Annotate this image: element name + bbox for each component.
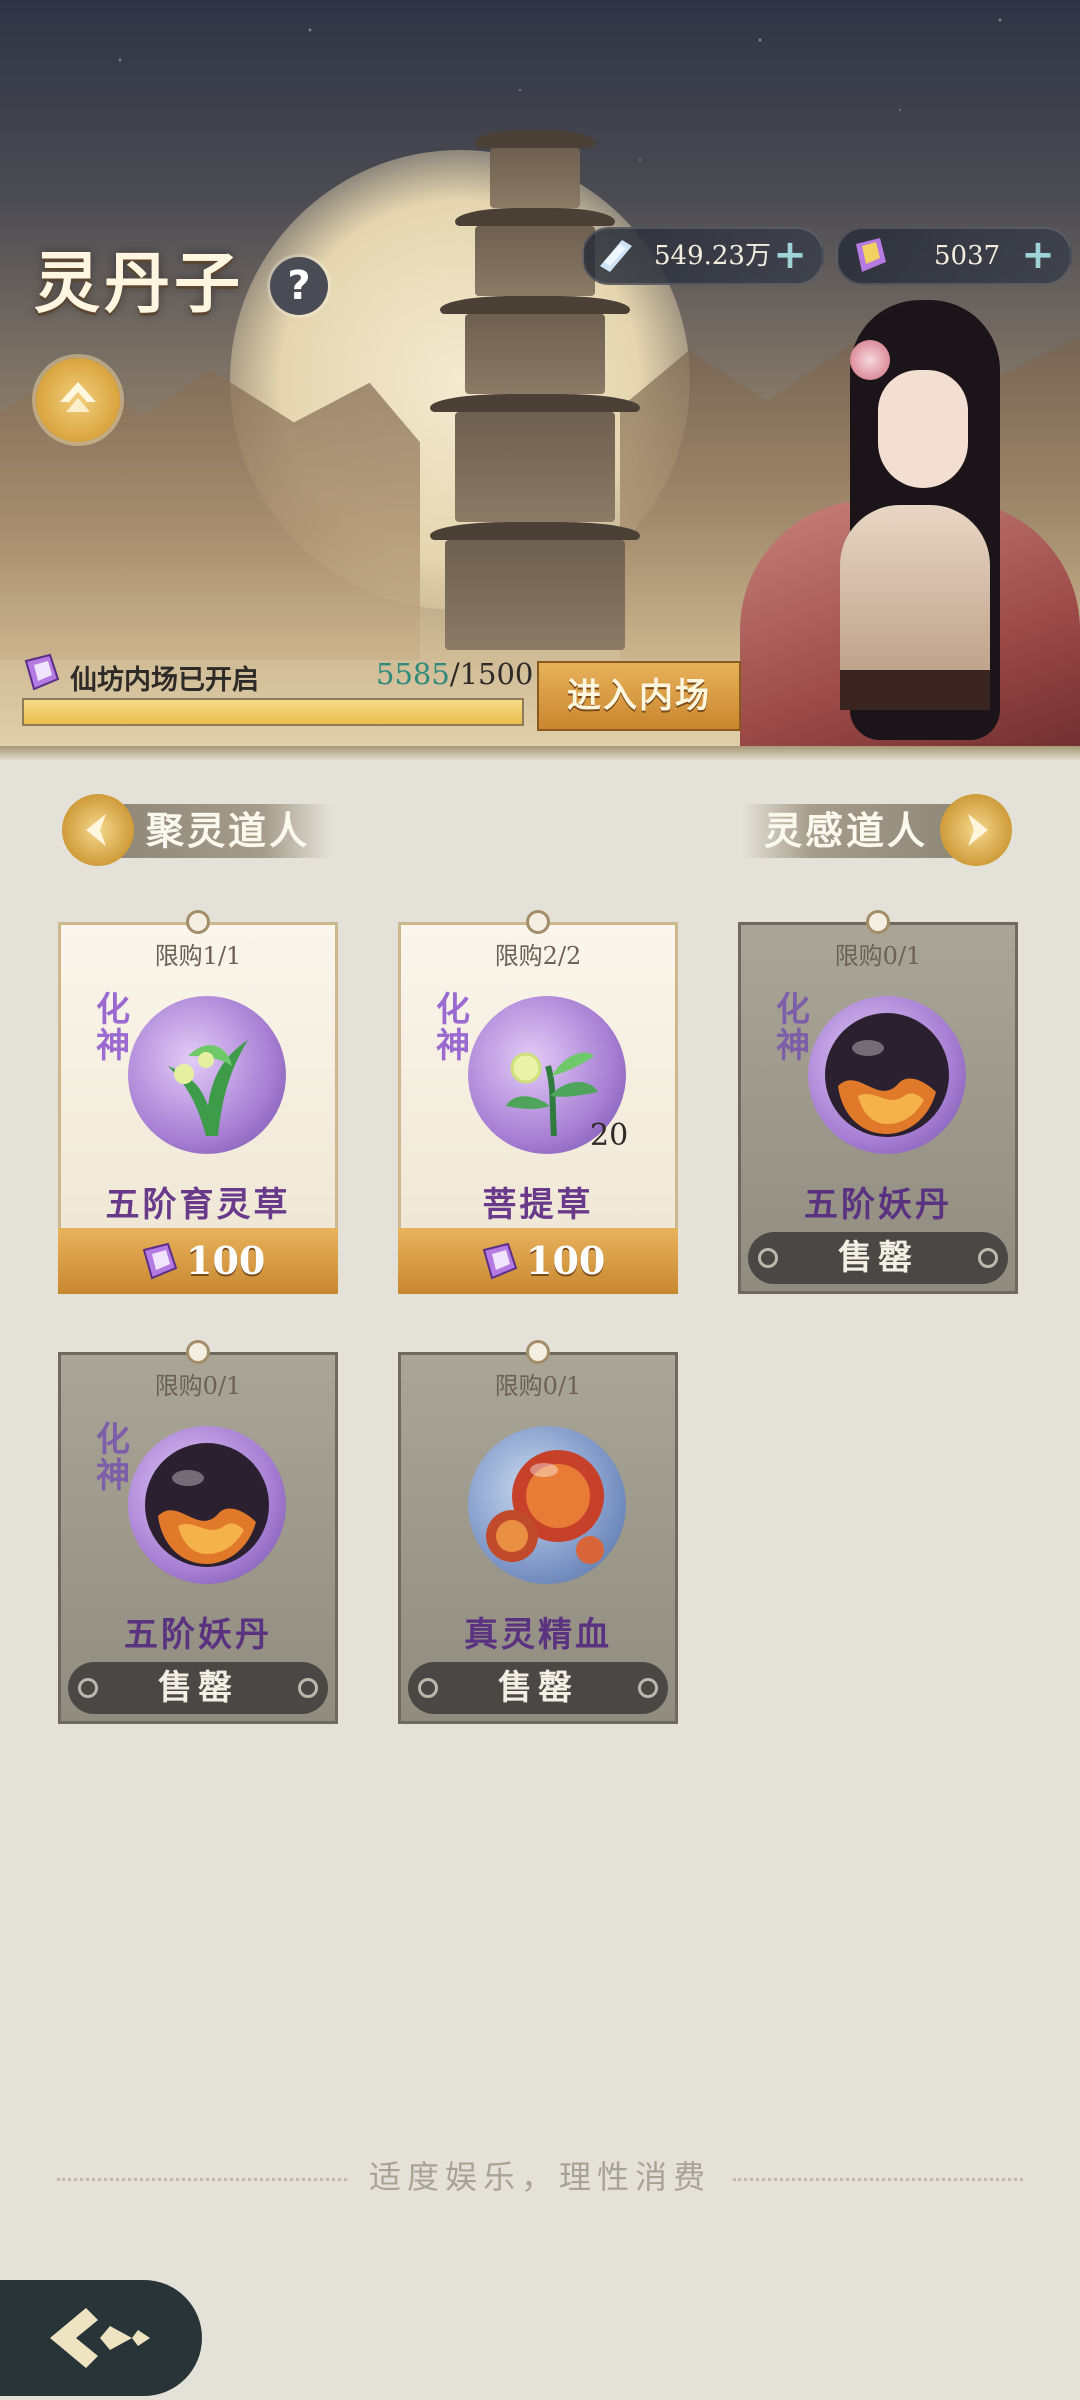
prev-merchant-button[interactable]: 聚灵道人 (62, 792, 342, 872)
demon-core-icon (128, 1426, 286, 1584)
prev-merchant-label: 聚灵道人 (102, 804, 332, 858)
currency-talisman-value: 5037 (934, 241, 1001, 271)
item-name: 真灵精血 (464, 1615, 612, 1655)
buy-button[interactable]: 100 (58, 1228, 338, 1294)
divider-right (733, 2178, 1023, 2181)
inner-market-status: 仙坊内场已开启 (70, 665, 259, 696)
collapse-arrow-icon (60, 382, 96, 412)
demon-core-icon (808, 996, 966, 1154)
item-price: 100 (186, 1238, 266, 1283)
crystal-icon (600, 240, 632, 272)
purchase-limit: 限购0/1 (494, 1372, 582, 1400)
currency-talisman: 5037 + (836, 227, 1072, 285)
shop-item-card: 限购0/1 真灵精血 售罄 (398, 1340, 678, 1724)
shop-item-card[interactable]: 限购2/2 化神 20 菩提草 100 (398, 910, 678, 1294)
back-button[interactable] (0, 2280, 202, 2396)
collapse-button[interactable] (36, 358, 120, 442)
add-talisman-button[interactable]: + (1018, 235, 1058, 275)
card-hook-decoration (186, 1340, 210, 1364)
next-merchant-label: 灵感道人 (742, 804, 972, 858)
page-title: 灵丹子 (34, 244, 244, 322)
card-hook-decoration (526, 910, 550, 934)
item-tier-label: 化神 (776, 990, 810, 1066)
card-hook-decoration (526, 1340, 550, 1364)
progress-current: 5585 (376, 657, 450, 691)
divider-left (56, 2178, 347, 2181)
progress-bar (22, 698, 524, 726)
item-name: 五阶妖丹 (124, 1615, 272, 1655)
sold-out-badge: 售罄 (408, 1662, 668, 1714)
responsible-gaming-notice: 适度娱乐，理性消费 (0, 2152, 1080, 2198)
progress-fill (24, 700, 522, 724)
sold-out-badge: 售罄 (748, 1232, 1008, 1284)
progress-count: 5585/1500 (376, 657, 533, 691)
herb-icon (128, 996, 286, 1154)
help-button[interactable]: ? (270, 257, 328, 315)
sold-out-label: 售罄 (158, 1668, 238, 1708)
shop-item-card: 限购0/1 化神 五阶妖丹 售罄 (738, 910, 1018, 1294)
item-name: 菩提草 (482, 1185, 594, 1225)
shop-item-card[interactable]: 限购1/1 化神 五阶育灵草 100 (58, 910, 338, 1294)
purchase-limit: 限购2/2 (494, 942, 582, 970)
card-hook-decoration (866, 910, 890, 934)
item-tier-label: 化神 (96, 990, 130, 1066)
back-arrow-icon (50, 2308, 150, 2368)
chevron-left-icon (62, 794, 134, 866)
talisman-icon (856, 238, 886, 272)
currency-crystal: 549.23万 + (582, 227, 824, 285)
talisman-icon (24, 653, 60, 691)
sold-out-label: 售罄 (498, 1668, 578, 1708)
sold-out-label: 售罄 (838, 1238, 918, 1278)
pagoda-illustration (430, 90, 640, 650)
chevron-right-icon (940, 794, 1012, 866)
enter-inner-market-button[interactable]: 进入内场 (537, 661, 741, 731)
hero-divider (0, 746, 1080, 760)
purchase-limit: 限购0/1 (834, 942, 922, 970)
talisman-icon (482, 1242, 518, 1280)
shop-item-card: 限购0/1 化神 五阶妖丹 售罄 (58, 1340, 338, 1724)
responsible-gaming-text: 适度娱乐，理性消费 (368, 2158, 711, 2196)
item-price: 100 (526, 1238, 606, 1283)
add-crystal-button[interactable]: + (770, 235, 810, 275)
item-name: 五阶育灵草 (105, 1185, 291, 1225)
sold-out-badge: 售罄 (68, 1662, 328, 1714)
next-merchant-button[interactable]: 灵感道人 (730, 792, 1012, 872)
hero-banner: 灵丹子 ? 549.23万 + 5037 + 仙坊内场已开启 5585/1500… (0, 0, 1080, 760)
blood-essence-icon (468, 1426, 626, 1584)
item-name: 五阶妖丹 (804, 1185, 952, 1225)
npc-character-portrait (700, 300, 1080, 760)
talisman-icon (142, 1242, 178, 1280)
buy-button[interactable]: 100 (398, 1228, 678, 1294)
currency-crystal-value: 549.23万 (654, 241, 771, 271)
purchase-limit: 限购0/1 (154, 1372, 242, 1400)
item-tier-label: 化神 (96, 1420, 130, 1496)
purchase-limit: 限购1/1 (154, 942, 242, 970)
item-quantity: 20 (590, 1118, 629, 1153)
card-hook-decoration (186, 910, 210, 934)
item-tier-label: 化神 (436, 990, 470, 1066)
progress-total: /1500 (449, 657, 534, 691)
